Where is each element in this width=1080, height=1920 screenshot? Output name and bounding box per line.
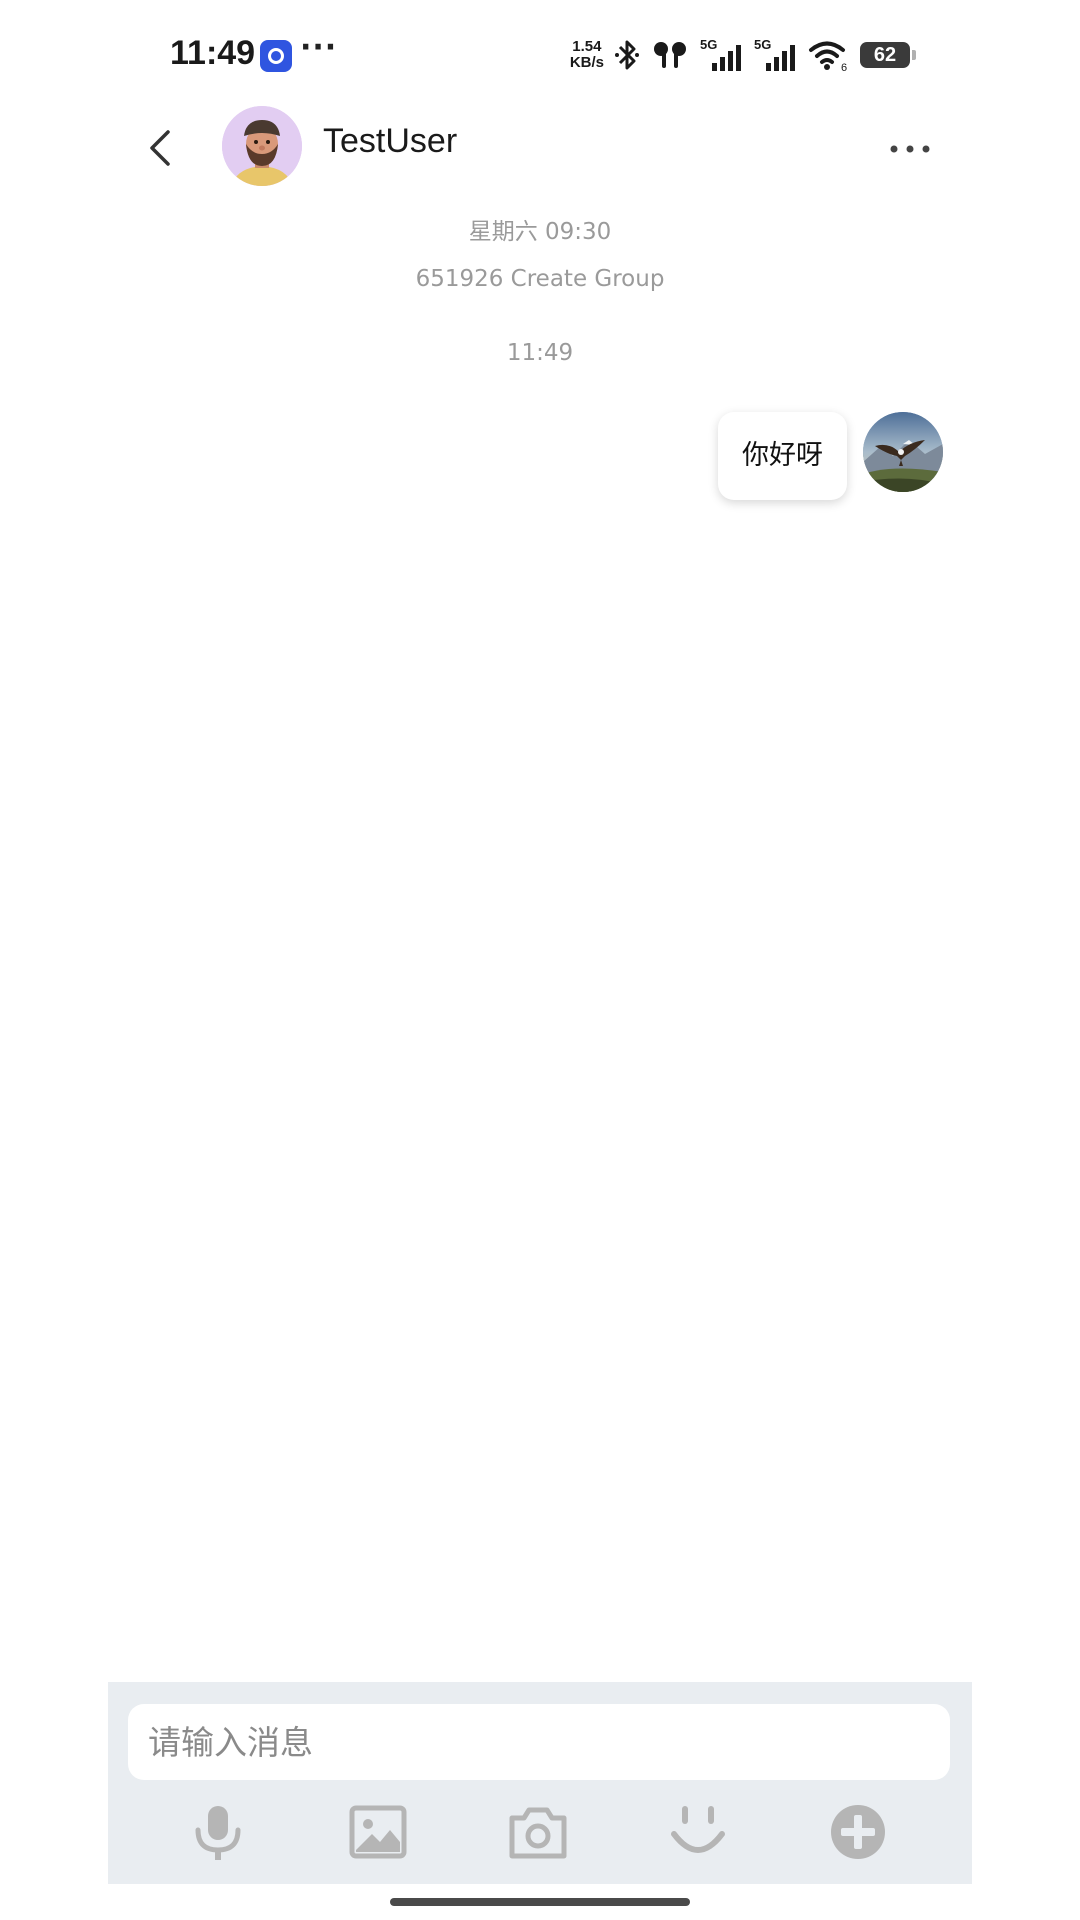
earbuds-icon	[654, 42, 686, 68]
wifi-label: 6	[841, 62, 847, 72]
contact-avatar-image	[222, 106, 302, 186]
app-notification-icon	[260, 40, 292, 72]
signal-2-label: 5G	[754, 37, 771, 52]
back-button[interactable]	[138, 124, 186, 172]
home-indicator[interactable]	[390, 1898, 690, 1906]
bluetooth-icon	[615, 40, 639, 70]
network-speed: 1.54 KB/s	[570, 39, 604, 71]
network-speed-unit: KB/s	[569, 54, 604, 71]
image-icon[interactable]	[346, 1800, 410, 1864]
signal-5g-icon-2: 5G	[754, 37, 795, 71]
status-time: 11:49	[170, 34, 256, 72]
microphone-icon[interactable]	[186, 1800, 250, 1864]
status-bar: 11:49 ··· 1.54 KB/s 5G 5G 6 62	[0, 0, 1080, 110]
contact-name: TestUser	[323, 122, 458, 160]
emoji-icon[interactable]	[666, 1800, 730, 1864]
input-toolbar	[108, 1792, 972, 1872]
system-message: 651926 Create Group	[415, 266, 665, 292]
notification-more-icon: ···	[300, 30, 338, 65]
more-options-button[interactable]	[880, 134, 940, 164]
message-input[interactable]	[128, 1704, 950, 1780]
chat-header: TestUser	[0, 100, 1080, 200]
wifi-icon: 6	[809, 41, 847, 72]
camera-icon[interactable]	[506, 1800, 570, 1864]
self-avatar-image	[863, 412, 943, 492]
battery-icon: 62	[860, 42, 916, 68]
timestamp-divider: 11:49	[506, 340, 574, 366]
contact-avatar[interactable]	[222, 106, 302, 186]
timestamp-divider: 星期六 09:30	[468, 219, 612, 245]
message-row-self: 你好呀	[718, 412, 943, 500]
message-bubble[interactable]: 你好呀	[718, 412, 847, 500]
chat-screen: 11:49 ··· 1.54 KB/s 5G 5G 6 62 TestUser …	[0, 0, 1080, 1920]
network-speed-value: 1.54	[572, 38, 602, 55]
signal-5g-icon-1: 5G	[700, 37, 741, 71]
input-panel	[108, 1682, 972, 1884]
self-avatar[interactable]	[863, 412, 943, 492]
plus-icon[interactable]	[826, 1800, 890, 1864]
battery-level: 62	[873, 44, 897, 66]
message-list[interactable]: 星期六 09:30 651926 Create Group 11:49 你好呀	[0, 200, 1080, 1680]
signal-1-label: 5G	[700, 37, 717, 52]
status-icons: 1.54 KB/s 5G 5G 6 62	[570, 34, 916, 76]
